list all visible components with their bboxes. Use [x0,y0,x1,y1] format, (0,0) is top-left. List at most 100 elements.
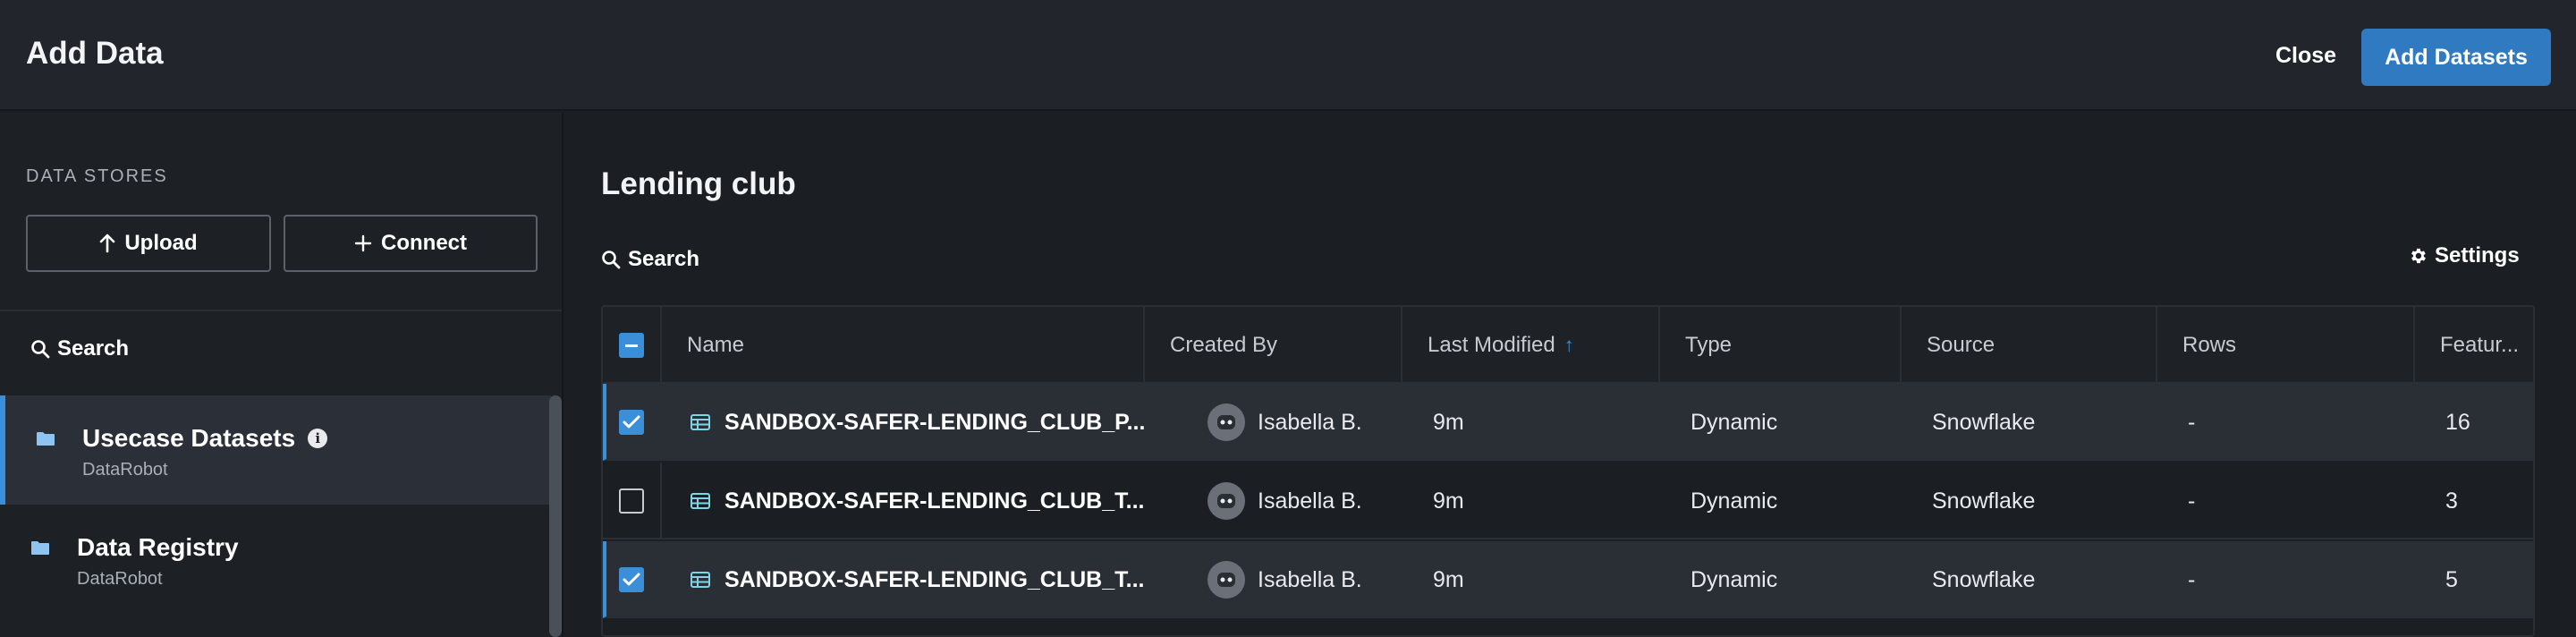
dialog-header: Add Data Close Add Datasets [0,0,2576,111]
row-select-cell [619,384,644,461]
folder-icon [31,541,49,555]
select-all-checkbox[interactable] [619,333,644,358]
data-stores-label: DATA STORES [26,166,168,186]
row-features: 3 [2445,488,2458,514]
table-search-label: Search [628,247,700,271]
row-created-by: Isabella B. [1258,488,1362,514]
column-label: Created By [1170,333,1278,357]
column-header-features[interactable]: Featur... [2413,307,2533,384]
row-created-by-cell: Isabella B. [1208,541,1362,618]
avatar [1208,403,1245,441]
sidebar-item-name-text: Data Registry [77,533,239,561]
table-row[interactable]: SANDBOX-SAFER-LENDING_CLUB_P... Isabella… [603,384,2533,461]
folder-icon [37,432,55,446]
row-last-modified: 9m [1433,566,1464,592]
column-label: Last Modified [1428,333,1555,357]
sidebar-scrollbar[interactable] [549,395,562,637]
row-name: SANDBOX-SAFER-LENDING_CLUB_P... [724,409,1146,435]
row-rows: - [2188,409,2196,435]
row-created-by-cell: Isabella B. [1208,384,1362,461]
sidebar-item-name: Usecase Datasets i [82,424,328,453]
table-icon [691,572,710,588]
row-source: Snowflake [1932,409,2036,435]
row-source: Snowflake [1932,566,2036,592]
sidebar-search-label: Search [57,336,130,361]
robot-avatar-icon [1217,573,1235,587]
row-rows: - [2188,488,2196,514]
add-datasets-button[interactable]: Add Datasets [2361,29,2551,86]
row-type: Dynamic [1690,488,1778,514]
row-features: 16 [2445,409,2470,435]
arrow-up-icon [100,234,115,253]
row-rows: - [2188,566,2196,592]
row-features: 5 [2445,566,2458,592]
row-checkbox[interactable] [619,488,644,514]
row-source: Snowflake [1932,488,2036,514]
table-row[interactable]: SANDBOX-SAFER-LENDING_CLUB_T... Isabella… [603,541,2533,618]
avatar [1208,482,1245,520]
column-separator [660,384,662,461]
table-search[interactable]: Search [601,247,699,272]
sidebar-item-name: Data Registry [77,533,239,562]
column-header-name[interactable]: Name [660,307,1143,384]
header-select-cell [603,307,660,384]
checkmark-icon [623,415,640,429]
gear-icon [2411,248,2426,264]
row-name: SANDBOX-SAFER-LENDING_CLUB_T... [724,566,1145,592]
column-label: Name [687,333,745,357]
table-header: Name Created By Last Modified ↑ Type Sou… [603,307,2533,384]
connect-label: Connect [381,231,467,255]
column-label: Source [1927,333,1996,357]
settings-button[interactable]: Settings [2408,243,2520,268]
column-header-rows[interactable]: Rows [2156,307,2413,384]
column-header-type[interactable]: Type [1658,307,1900,384]
table-row[interactable]: SANDBOX-SAFER-LENDING_CLUB_T... Isabella… [603,463,2533,539]
upload-button[interactable]: Upload [26,215,271,272]
column-header-last-modified[interactable]: Last Modified ↑ [1401,307,1658,384]
column-label: Rows [2182,333,2237,357]
sidebar-item-sub: DataRobot [77,569,163,589]
row-select-cell [619,541,644,618]
robot-avatar-icon [1217,415,1235,429]
column-label: Featur... [2440,333,2520,357]
sidebar-search[interactable]: Search [30,336,129,361]
info-icon[interactable]: i [308,429,328,448]
page-title: Lending club [601,166,796,201]
column-separator [660,541,662,618]
upload-label: Upload [124,231,198,255]
row-checkbox[interactable] [619,567,644,592]
sidebar-item-usecase-datasets[interactable]: Usecase Datasets i DataRobot [0,395,551,505]
row-created-by: Isabella B. [1258,566,1362,592]
row-created-by: Isabella B. [1258,409,1362,435]
main-panel: Lending club Search Settings Name Create… [565,113,2576,637]
row-type: Dynamic [1690,409,1778,435]
checkmark-icon [623,573,640,586]
column-header-source[interactable]: Source [1900,307,2156,384]
sidebar-item-name-text: Usecase Datasets [82,424,296,452]
row-created-by-cell: Isabella B. [1208,463,1362,539]
table-icon [691,414,710,430]
plus-icon [354,234,372,252]
sidebar: DATA STORES Upload Connect Search Usecas… [0,113,564,637]
row-checkbox[interactable] [619,410,644,435]
datasets-table: Name Created By Last Modified ↑ Type Sou… [601,305,2535,637]
row-last-modified: 9m [1433,488,1464,514]
settings-label: Settings [2435,243,2520,268]
add-data-dialog: Add Data Close Add Datasets DATA STORES … [0,0,2576,637]
table-icon [691,493,710,509]
row-name-cell[interactable]: SANDBOX-SAFER-LENDING_CLUB_T... [691,541,1144,618]
row-name-cell[interactable]: SANDBOX-SAFER-LENDING_CLUB_P... [691,384,1145,461]
search-icon [602,251,621,269]
close-button[interactable]: Close [2263,34,2349,77]
row-name-cell[interactable]: SANDBOX-SAFER-LENDING_CLUB_T... [691,463,1144,539]
sidebar-item-data-registry[interactable]: Data Registry DataRobot [0,505,551,614]
connect-button[interactable]: Connect [284,215,538,272]
search-icon [31,340,50,359]
row-last-modified: 9m [1433,409,1464,435]
dialog-title: Add Data [26,36,164,71]
column-label: Type [1685,333,1733,357]
row-name: SANDBOX-SAFER-LENDING_CLUB_T... [724,488,1145,514]
row-type: Dynamic [1690,566,1778,592]
column-separator [660,463,662,539]
column-header-created-by[interactable]: Created By [1143,307,1401,384]
